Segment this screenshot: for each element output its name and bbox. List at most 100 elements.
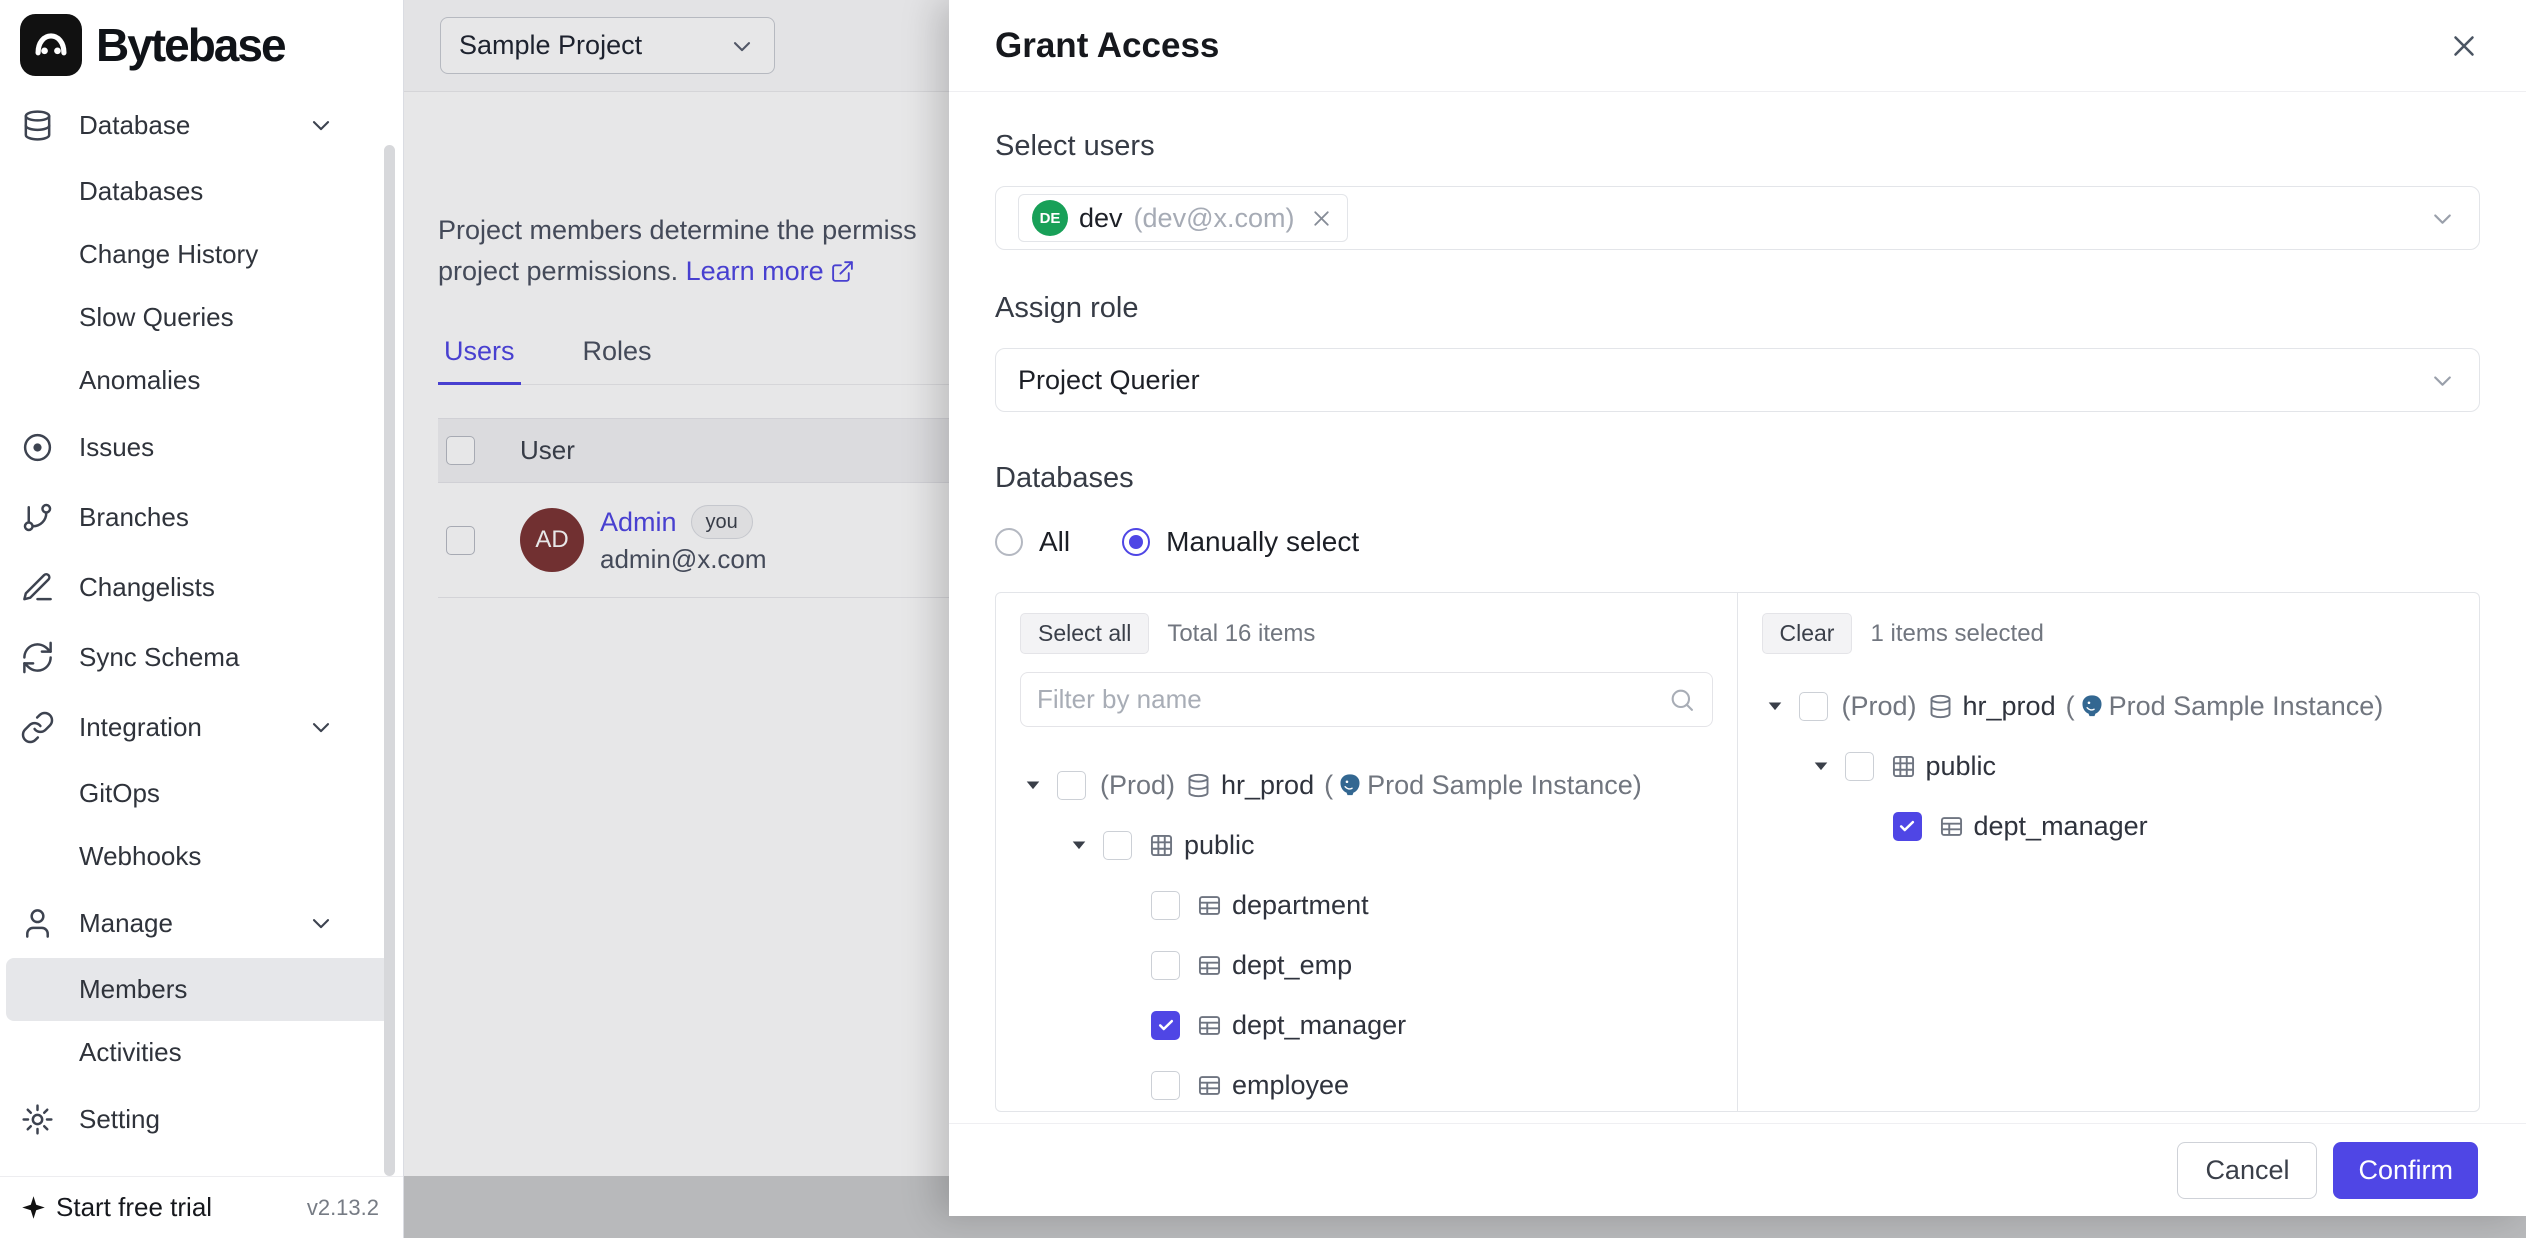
cancel-button[interactable]: Cancel: [2177, 1142, 2317, 1199]
tree-row-public[interactable]: public: [1762, 736, 2456, 796]
filter-box: [1020, 672, 1713, 727]
sidebar-footer: Start free trial v2.13.2: [0, 1176, 403, 1238]
confirm-button[interactable]: Confirm: [2333, 1142, 2478, 1199]
tree-row-dept_manager[interactable]: dept_manager: [1020, 995, 1713, 1055]
brand-logo[interactable]: Bytebase: [0, 10, 403, 84]
radio-manual-label: Manually select: [1166, 526, 1359, 558]
table-icon: [1196, 952, 1223, 979]
sidebar-item-sync-schema[interactable]: Sync Schema: [6, 622, 391, 692]
sidebar-item-branches[interactable]: Branches: [6, 482, 391, 552]
user-select[interactable]: DE dev (dev@x.com): [995, 186, 2480, 250]
sidebar-item-label: Issues: [79, 432, 154, 463]
tree-row-dept_emp[interactable]: dept_emp: [1020, 935, 1713, 995]
checkbox[interactable]: [1151, 951, 1180, 980]
selected-user-chip: DE dev (dev@x.com): [1018, 194, 1348, 242]
checkbox[interactable]: [1151, 1071, 1180, 1100]
database-icon: [1927, 693, 1954, 720]
brand-name: Bytebase: [96, 18, 285, 72]
radio-all[interactable]: All: [995, 526, 1070, 558]
radio-manually-select[interactable]: Manually select: [1122, 526, 1359, 558]
grant-access-drawer: Grant Access Select users DE dev (dev@x.…: [949, 0, 2526, 1216]
role-select[interactable]: Project Querier: [995, 348, 2480, 412]
sidebar-nav: Database Databases Change HistorySlow Quer…: [0, 84, 403, 1154]
table-icon: [1196, 1072, 1223, 1099]
sidebar-item-label: Database: [79, 110, 190, 141]
caret-down-icon: [1762, 693, 1788, 719]
environment-prefix: (Prod): [1100, 770, 1175, 801]
sidebar-item-gitops[interactable]: GitOps: [6, 762, 391, 825]
sidebar-item-setting[interactable]: Setting: [6, 1084, 391, 1154]
sidebar-item-activities[interactable]: Activities: [6, 1021, 391, 1084]
selected-user-name: dev: [1079, 203, 1123, 234]
clear-button[interactable]: Clear: [1762, 613, 1853, 654]
tree-row-dept_manager[interactable]: dept_manager: [1762, 796, 2456, 856]
sidebar-item-label: Integration: [79, 712, 202, 743]
sidebar-item-changelists[interactable]: Changelists: [6, 552, 391, 622]
sidebar-item-databases[interactable]: Databases: [6, 160, 391, 223]
changelist-icon: [20, 570, 55, 605]
tree-row-public[interactable]: public: [1020, 815, 1713, 875]
sidebar-item-change-history[interactable]: Change History: [6, 223, 391, 286]
bytebase-logo-icon: [20, 14, 82, 76]
sidebar-item-webhooks[interactable]: Webhooks: [6, 825, 391, 888]
sidebar: Bytebase Database Databases Change History…: [0, 0, 404, 1238]
instance-info: ( Prod Sample Instance): [2066, 691, 2384, 722]
radio-circle: [995, 528, 1023, 556]
checkbox-checked[interactable]: [1893, 812, 1922, 841]
role-select-value: Project Querier: [1018, 365, 1200, 396]
sparkle-icon: [20, 1194, 47, 1221]
sidebar-item-integration[interactable]: Integration: [6, 692, 391, 762]
tree-row-employee[interactable]: employee: [1020, 1055, 1713, 1111]
close-button[interactable]: [2442, 24, 2486, 68]
sidebar-item-issues[interactable]: Issues: [6, 412, 391, 482]
sidebar-item-anomalies[interactable]: Anomalies: [6, 349, 391, 412]
search-icon: [1668, 686, 1696, 714]
sidebar-item-label: Manage: [79, 908, 173, 939]
table-icon: [1196, 1012, 1223, 1039]
instance-open-paren: (: [2066, 691, 2075, 722]
caret-down-icon: [1808, 753, 1834, 779]
sidebar-item-label: Databases: [79, 176, 203, 207]
database-source-panel: Select all Total 16 items (Prod)hr_prod(…: [996, 593, 1738, 1111]
filter-input[interactable]: [1037, 684, 1668, 715]
table-icon: [1196, 892, 1223, 919]
checkbox[interactable]: [1103, 831, 1132, 860]
sidebar-item-manage[interactable]: Manage: [6, 888, 391, 958]
table-icon: [1938, 813, 1965, 840]
sidebar-item-label: GitOps: [79, 778, 160, 809]
checkbox[interactable]: [1151, 891, 1180, 920]
database-scope-radios: All Manually select: [995, 522, 2480, 562]
sidebar-scrollbar[interactable]: [384, 145, 395, 1176]
instance-name: Prod Sample Instance): [2109, 691, 2384, 722]
sidebar-item-database[interactable]: Database: [6, 90, 391, 160]
checkbox[interactable]: [1799, 692, 1828, 721]
radio-circle-selected: [1122, 528, 1150, 556]
sidebar-item-slow-queries[interactable]: Slow Queries: [6, 286, 391, 349]
checkbox[interactable]: [1057, 771, 1086, 800]
tree-row-hr_prod[interactable]: (Prod)hr_prod(Prod Sample Instance): [1020, 755, 1713, 815]
database-transfer-panel: Select all Total 16 items (Prod)hr_prod(…: [995, 592, 2480, 1112]
trial-label: Start free trial: [56, 1192, 212, 1223]
postgres-icon: [2079, 693, 2105, 719]
postgres-icon: [1337, 772, 1363, 798]
chevron-down-icon: [2428, 204, 2457, 233]
start-free-trial-button[interactable]: Start free trial: [20, 1192, 212, 1223]
chevron-down-icon: [307, 909, 335, 937]
close-icon: [2447, 29, 2481, 63]
tree-node-label: public: [1184, 830, 1255, 861]
select-all-button[interactable]: Select all: [1020, 613, 1149, 654]
chevron-down-icon: [2428, 366, 2457, 395]
sidebar-item-members[interactable]: Members: [6, 958, 391, 1021]
tree-row-department[interactable]: department: [1020, 875, 1713, 935]
checkbox-checked[interactable]: [1151, 1011, 1180, 1040]
avatar: DE: [1032, 200, 1068, 236]
sidebar-item-label: Branches: [79, 502, 189, 533]
version-label: v2.13.2: [307, 1195, 379, 1221]
drawer-header: Grant Access: [949, 0, 2526, 92]
database-selected-panel: Clear 1 items selected (Prod)hr_prod(Pro…: [1738, 593, 2480, 1111]
source-panel-header: Select all Total 16 items: [1020, 613, 1713, 654]
remove-user-icon[interactable]: [1309, 206, 1334, 231]
checkbox[interactable]: [1845, 752, 1874, 781]
integration-icon: [20, 710, 55, 745]
tree-row-hr_prod[interactable]: (Prod)hr_prod(Prod Sample Instance): [1762, 676, 2456, 736]
